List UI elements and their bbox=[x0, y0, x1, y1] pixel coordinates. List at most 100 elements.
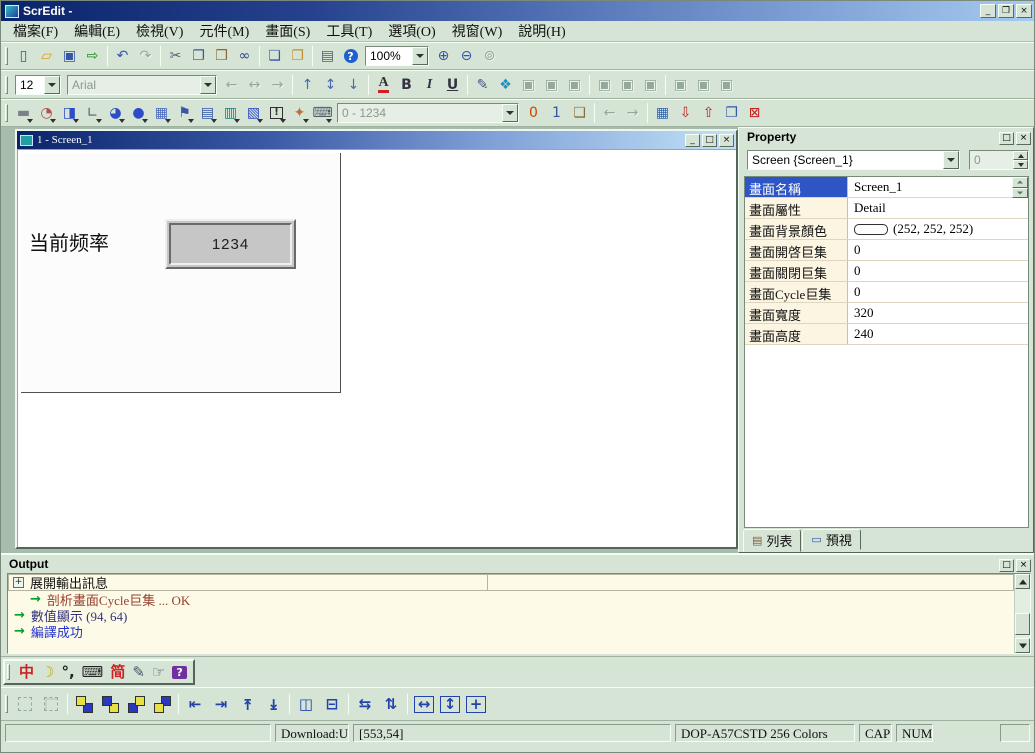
paste-button[interactable]: ❒ bbox=[210, 45, 233, 67]
property-value[interactable]: 0 bbox=[848, 282, 1028, 302]
grid-spinner[interactable] bbox=[1012, 177, 1028, 198]
scroll-down-icon[interactable] bbox=[1015, 638, 1030, 653]
property-value[interactable]: Screen_1 bbox=[848, 177, 1028, 197]
ime-softkeyboard-button[interactable]: ⌨ bbox=[82, 665, 104, 680]
element-property-button[interactable]: ❏ bbox=[568, 102, 591, 124]
screen-window-client[interactable]: 当前频率 1234 bbox=[17, 149, 736, 547]
open-screen-button[interactable]: ❐ bbox=[286, 45, 309, 67]
send-backward-button[interactable] bbox=[149, 692, 175, 716]
menu-item-5[interactable]: 工具(T) bbox=[318, 20, 380, 42]
menu-item-3[interactable]: 元件(M) bbox=[191, 20, 257, 42]
menu-item-1[interactable]: 編輯(E) bbox=[66, 20, 128, 42]
dropdown-arrow-icon[interactable] bbox=[412, 47, 428, 65]
element-id-spinner[interactable]: 0 bbox=[969, 150, 1029, 170]
picture-align-4-button[interactable]: ▣ bbox=[593, 74, 616, 96]
spin-down-icon[interactable] bbox=[1013, 160, 1028, 169]
dropdown-arrow-icon[interactable] bbox=[502, 104, 518, 122]
open-file-button[interactable]: ▱ bbox=[35, 45, 58, 67]
picture-align-7-button[interactable]: ▣ bbox=[669, 74, 692, 96]
property-value[interactable]: 0 bbox=[848, 261, 1028, 281]
toolbar-grip[interactable] bbox=[5, 76, 8, 94]
toolbar-grip[interactable] bbox=[5, 47, 8, 65]
ime-punctuation-button[interactable]: °, bbox=[61, 665, 74, 680]
align-right-button[interactable]: ⇥ bbox=[208, 692, 234, 716]
screen-close-button[interactable]: × bbox=[719, 134, 734, 147]
picture-align-2-button[interactable]: ▣ bbox=[540, 74, 563, 96]
font-name-select[interactable]: Arial bbox=[67, 75, 217, 95]
property-row-5[interactable]: 畫面Cycle巨集0 bbox=[745, 282, 1028, 303]
find-button[interactable]: ∞ bbox=[233, 45, 256, 67]
screen-minimize-button[interactable]: _ bbox=[685, 134, 700, 147]
same-width-button[interactable]: ↔ bbox=[411, 692, 437, 716]
text-align-right-button[interactable]: → bbox=[266, 74, 289, 96]
center-horizontal-button[interactable]: ◫ bbox=[293, 692, 319, 716]
property-value[interactable]: Detail bbox=[848, 198, 1028, 218]
bring-to-front-button[interactable] bbox=[71, 692, 97, 716]
spin-down-icon[interactable] bbox=[1012, 188, 1028, 199]
bar-element-button[interactable]: ◨ bbox=[58, 102, 81, 124]
new-screen-button[interactable]: ❏ bbox=[263, 45, 286, 67]
ungroup-button[interactable] bbox=[38, 692, 64, 716]
group-button[interactable] bbox=[12, 692, 38, 716]
menu-item-4[interactable]: 畫面(S) bbox=[257, 20, 318, 42]
align-left-button[interactable]: ⇤ bbox=[182, 692, 208, 716]
cut-button[interactable]: ✂ bbox=[164, 45, 187, 67]
same-v-spacing-button[interactable]: ⇅ bbox=[378, 692, 404, 716]
ime-help-button[interactable]: ? bbox=[172, 666, 186, 679]
zoom-region-button[interactable]: ⊚ bbox=[478, 45, 501, 67]
picture-align-1-button[interactable]: ▣ bbox=[517, 74, 540, 96]
color-swatch[interactable] bbox=[854, 224, 888, 235]
property-row-2[interactable]: 畫面背景顏色(252, 252, 252) bbox=[745, 219, 1028, 240]
text-align-top-button[interactable]: ↑ bbox=[296, 74, 319, 96]
output-panel-titlebar[interactable]: Output □× bbox=[1, 555, 1034, 572]
picture-align-9-button[interactable]: ▣ bbox=[715, 74, 738, 96]
send-to-back-button[interactable] bbox=[97, 692, 123, 716]
center-vertical-button[interactable]: ⊟ bbox=[319, 692, 345, 716]
download-screen-button[interactable]: ⇩ bbox=[674, 102, 697, 124]
graphic-display-element-button[interactable]: ▥ bbox=[219, 102, 242, 124]
dropdown-arrow-icon[interactable] bbox=[44, 76, 60, 94]
state0-button[interactable]: 0 bbox=[522, 102, 545, 124]
property-panel-titlebar[interactable]: Property □× bbox=[739, 128, 1033, 146]
ime-grip[interactable] bbox=[7, 664, 10, 680]
bring-forward-button[interactable] bbox=[123, 692, 149, 716]
picture-align-6-button[interactable]: ▣ bbox=[639, 74, 662, 96]
ime-language-button[interactable]: 中 bbox=[19, 665, 34, 680]
new-file-button[interactable]: ▯ bbox=[12, 45, 35, 67]
menu-item-8[interactable]: 說明(H) bbox=[510, 20, 573, 42]
alarm-element-button[interactable]: ! bbox=[265, 102, 288, 124]
pipe-element-button[interactable]: ∟ bbox=[81, 102, 104, 124]
minimize-button[interactable]: _ bbox=[980, 4, 996, 18]
screen-window-titlebar[interactable]: 1 - Screen_1 _□× bbox=[17, 131, 736, 149]
picture-align-8-button[interactable]: ▣ bbox=[692, 74, 715, 96]
picture-align-3-button[interactable]: ▣ bbox=[563, 74, 586, 96]
scroll-up-icon[interactable] bbox=[1015, 574, 1030, 589]
zoom-out-button[interactable]: ⊖ bbox=[455, 45, 478, 67]
output-scrollbar[interactable] bbox=[1014, 574, 1030, 653]
same-h-spacing-button[interactable]: ⇆ bbox=[352, 692, 378, 716]
align-top-button[interactable]: ⇤ bbox=[234, 692, 260, 716]
property-value[interactable]: 240 bbox=[848, 324, 1028, 344]
object-select[interactable]: Screen {Screen_1} bbox=[747, 150, 960, 170]
menu-item-7[interactable]: 視窗(W) bbox=[444, 20, 511, 42]
tab-list[interactable]: ▤列表 bbox=[743, 529, 801, 552]
fill-color-button[interactable]: ❖ bbox=[494, 74, 517, 96]
online-simulation-button[interactable]: ❐ bbox=[720, 102, 743, 124]
print-button[interactable]: ▤ bbox=[316, 45, 339, 67]
multistate-element-button[interactable]: ✦ bbox=[288, 102, 311, 124]
menu-item-2[interactable]: 檢視(V) bbox=[128, 20, 191, 42]
property-float-button[interactable]: □ bbox=[999, 132, 1014, 145]
property-row-4[interactable]: 畫面關閉巨集0 bbox=[745, 261, 1028, 282]
property-value[interactable]: 0 bbox=[848, 240, 1028, 260]
element-range-select[interactable]: 0 - 1234 bbox=[337, 103, 519, 123]
ime-handwrite-button[interactable]: ✎ bbox=[132, 665, 145, 680]
same-height-button[interactable]: ↕ bbox=[437, 692, 463, 716]
property-row-1[interactable]: 畫面屬性Detail bbox=[745, 198, 1028, 219]
property-value[interactable]: 320 bbox=[848, 303, 1028, 323]
toolbar-grip[interactable] bbox=[5, 695, 8, 713]
menu-item-0[interactable]: 檔案(F) bbox=[5, 20, 66, 42]
property-row-7[interactable]: 畫面高度240 bbox=[745, 324, 1028, 345]
undo-button[interactable]: ↶ bbox=[111, 45, 134, 67]
toolbar-grip[interactable] bbox=[5, 104, 8, 122]
compile-button[interactable]: ▦ bbox=[651, 102, 674, 124]
